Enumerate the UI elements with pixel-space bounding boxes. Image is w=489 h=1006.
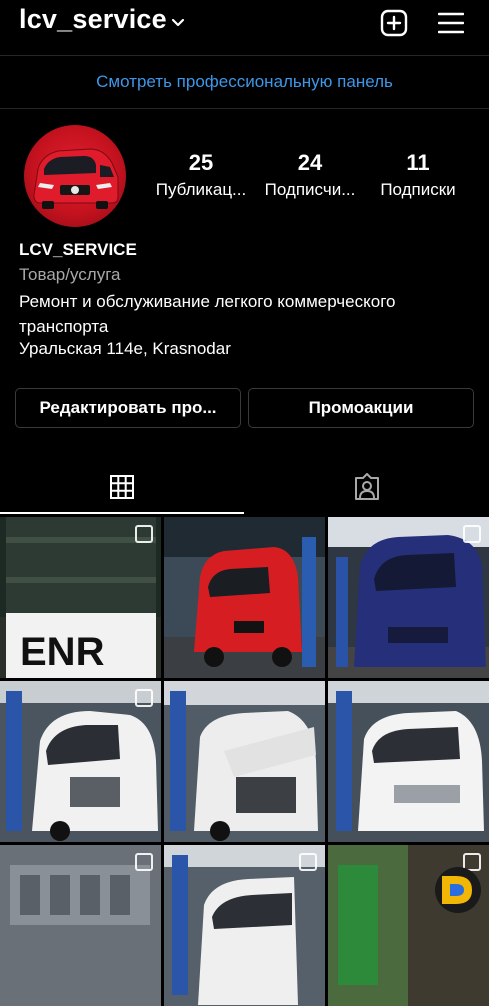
hamburger-menu-icon[interactable] — [438, 12, 464, 34]
post-thumbnail[interactable] — [0, 681, 161, 842]
post-thumbnail[interactable] — [328, 517, 489, 678]
tab-tagged[interactable] — [245, 462, 489, 514]
multiple-photos-icon — [135, 689, 153, 707]
tab-posts-grid[interactable] — [0, 462, 244, 514]
profile-address[interactable]: Уральская 114е, Krasnodar — [19, 339, 231, 359]
promotions-button[interactable]: Промоакции — [248, 388, 474, 428]
header-divider — [0, 55, 489, 56]
followers-count[interactable]: 24 Подписчи... — [258, 150, 362, 200]
following-label: Подписки — [380, 180, 456, 199]
following-count[interactable]: 11 Подписки — [372, 150, 464, 200]
followers-number: 24 — [297, 150, 323, 175]
profile-tabs — [0, 462, 489, 514]
account-username[interactable]: lcv_service — [19, 4, 167, 35]
van-illustration — [33, 148, 119, 209]
edit-profile-button[interactable]: Редактировать про... — [15, 388, 241, 428]
profile-description: Ремонт и обслуживание легкого коммерческ… — [19, 292, 396, 336]
multiple-photos-icon — [299, 853, 317, 871]
post-thumbnail[interactable] — [164, 845, 325, 1006]
post-thumbnail[interactable] — [328, 681, 489, 842]
multiple-photos-icon — [135, 853, 153, 871]
svg-text:ENR: ENR — [20, 630, 105, 674]
posts-number: 25 — [188, 150, 214, 175]
post-thumbnail[interactable] — [164, 681, 325, 842]
posts-label: Публикац... — [155, 180, 247, 199]
grid-icon — [110, 475, 134, 499]
plus-square-icon[interactable] — [380, 9, 408, 37]
following-number: 11 — [406, 150, 430, 175]
floating-app-icon[interactable] — [434, 866, 482, 914]
post-thumbnail[interactable]: ENR — [0, 517, 161, 678]
tagged-person-icon — [355, 473, 379, 500]
professional-dashboard-link[interactable]: Смотреть профессиональную панель — [0, 72, 489, 92]
profile-category: Товар/услуга — [19, 265, 121, 284]
active-tab-indicator — [0, 512, 244, 514]
avatar[interactable] — [24, 125, 126, 227]
chevron-down-icon[interactable] — [170, 15, 186, 31]
profile-name: LCV_SERVICE — [19, 240, 137, 259]
followers-label: Подписчи... — [264, 180, 356, 199]
post-thumbnail[interactable] — [164, 517, 325, 678]
post-thumbnail[interactable] — [0, 845, 161, 1006]
multiple-photos-icon — [135, 525, 153, 543]
section-divider — [0, 108, 489, 109]
posts-count[interactable]: 25 Публикац... — [150, 150, 252, 200]
multiple-photos-icon — [463, 525, 481, 543]
top-bar: lcv_service — [0, 0, 489, 52]
